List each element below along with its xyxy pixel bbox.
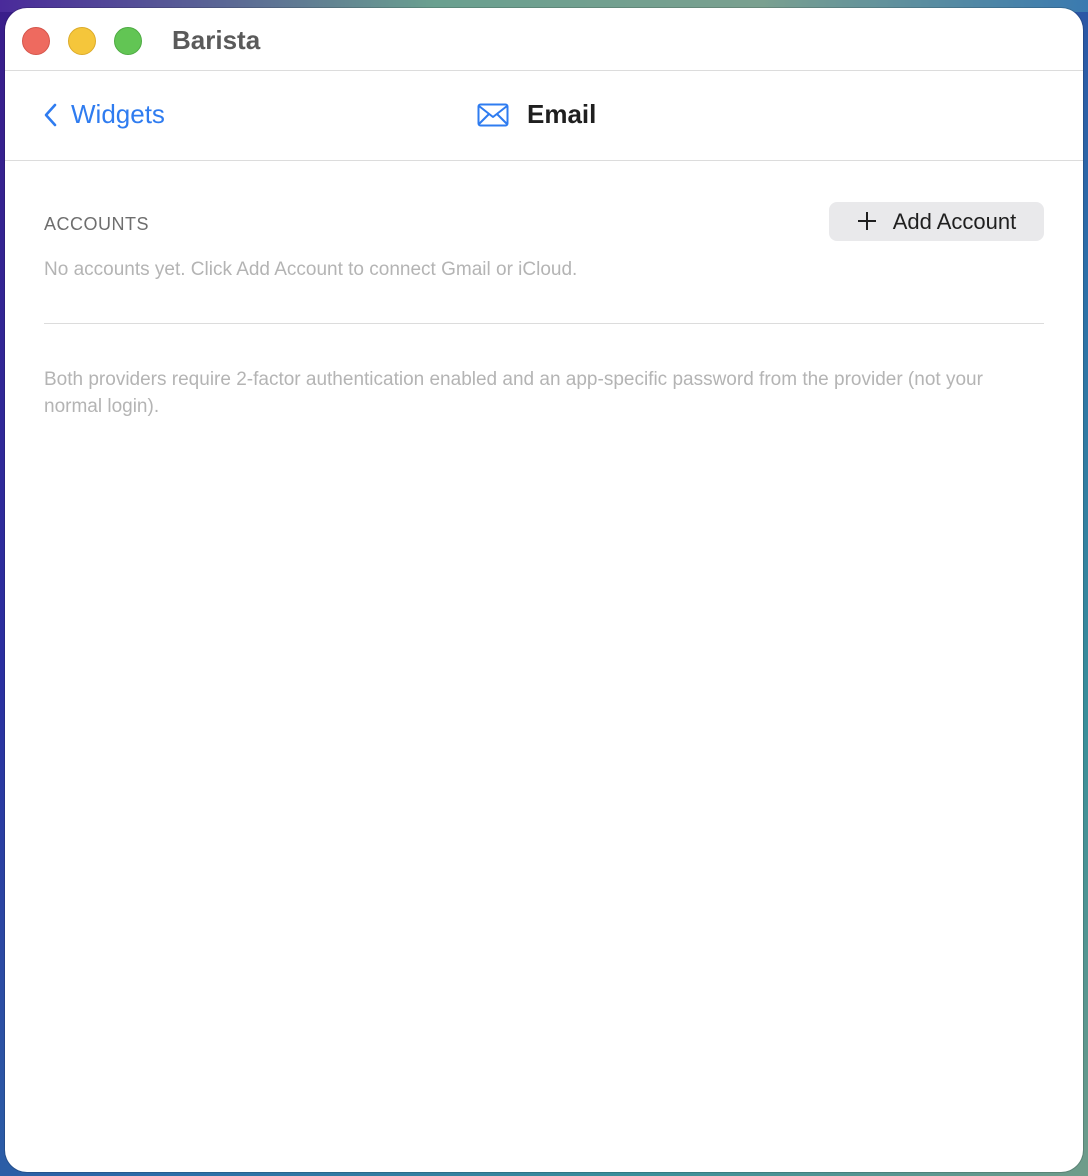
section-divider: [44, 323, 1044, 324]
provider-requirements-note: Both providers require 2-factor authenti…: [44, 369, 983, 417]
navigation-bar: Widgets Email: [5, 71, 1083, 161]
close-window-button[interactable]: [22, 27, 50, 55]
add-account-label: Add Account: [892, 208, 1017, 234]
accounts-header: ACCOUNTS Add Account No accounts yet. Cl…: [44, 161, 1044, 280]
accounts-section-label: ACCOUNTS: [44, 214, 150, 234]
minimize-window-button[interactable]: [68, 27, 96, 55]
add-account-button[interactable]: Add Account: [829, 202, 1044, 241]
page-header: Email: [477, 99, 596, 130]
accounts-section: ACCOUNTS Add Account No accounts yet. Cl…: [5, 161, 1083, 280]
app-window: Barista Widgets Email ACCOUNTS Add Accou…: [5, 8, 1083, 1172]
back-button-label: Widgets: [71, 99, 165, 129]
plus-icon: [857, 208, 877, 236]
page-title: Email: [527, 99, 597, 129]
title-bar: Barista: [5, 8, 1083, 71]
chevron-left-icon: [44, 103, 57, 126]
envelope-icon: [477, 103, 509, 126]
back-button[interactable]: Widgets: [43, 99, 165, 130]
accounts-empty-message: No accounts yet. Click Add Account to co…: [44, 259, 578, 280]
maximize-window-button[interactable]: [114, 27, 142, 55]
app-title: Barista: [172, 25, 261, 55]
